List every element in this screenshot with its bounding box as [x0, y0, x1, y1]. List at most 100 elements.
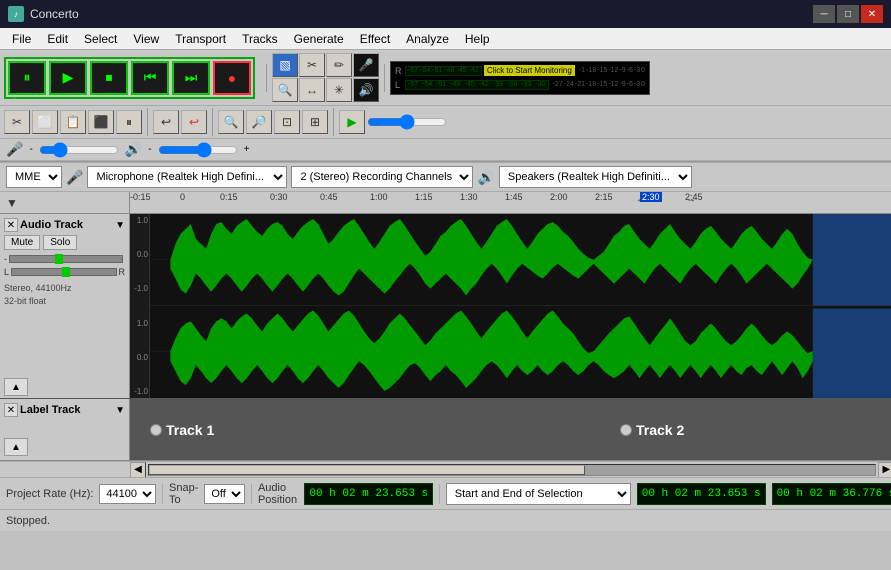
- ruler-mark-1: 0: [180, 192, 185, 202]
- hscroll-thumb[interactable]: [149, 465, 585, 475]
- channels-select[interactable]: 2 (Stereo) Recording Channels: [291, 166, 473, 188]
- menu-help[interactable]: Help: [457, 30, 498, 48]
- menu-view[interactable]: View: [125, 30, 167, 48]
- silence-button[interactable]: ⏸: [116, 110, 142, 134]
- zoom-in-button[interactable]: 🔍: [218, 110, 244, 134]
- label-pin-2[interactable]: [620, 424, 632, 436]
- hscroll-left-btn[interactable]: ◀: [130, 462, 146, 478]
- gain-slider-track: [9, 255, 123, 263]
- ruler-arrow-down[interactable]: ▼: [6, 196, 18, 210]
- maximize-button[interactable]: □: [837, 5, 859, 23]
- menu-bar: File Edit Select View Transport Tracks G…: [0, 28, 891, 50]
- output-level-slider[interactable]: [158, 144, 238, 156]
- tracks-container: ▼ -0:15 0 0:15 0:30 0:45 1:00 1:15 1:30 …: [0, 192, 891, 531]
- scale-1.0-bot: 1.0: [131, 319, 148, 328]
- zoom-out-button[interactable]: 🔎: [246, 110, 272, 134]
- menu-edit[interactable]: Edit: [39, 30, 76, 48]
- track-arrow-btn[interactable]: ▼: [115, 220, 125, 231]
- ruler-mark-2: 0:15: [220, 192, 238, 202]
- hscroll-track[interactable]: [148, 464, 876, 476]
- speaker-device-icon: 🔊: [477, 169, 494, 186]
- menu-select[interactable]: Select: [76, 30, 125, 48]
- bar-sep1: [162, 484, 163, 504]
- hscroll-bar: ◀ ▶: [0, 461, 891, 477]
- hscroll-right-btn[interactable]: ▶: [878, 462, 891, 478]
- app-icon: ♪: [8, 6, 24, 22]
- audio-track-name: Audio Track: [20, 219, 113, 231]
- record-button[interactable]: ●: [213, 61, 251, 95]
- ruler-mark-4: 0:45: [320, 192, 338, 202]
- menu-effect[interactable]: Effect: [352, 30, 398, 48]
- zoom-sel-button[interactable]: ⊡: [274, 110, 300, 134]
- pan-slider-thumb[interactable]: [62, 267, 70, 277]
- ruler-mark-3: 0:30: [270, 192, 288, 202]
- label-text-1: Track 1: [166, 422, 214, 438]
- cut-button[interactable]: ✂: [4, 110, 30, 134]
- mic-tool[interactable]: 🎤: [353, 53, 379, 77]
- track-close-btn[interactable]: ✕: [4, 218, 18, 232]
- skip-forward-button[interactable]: ⏭: [172, 61, 210, 95]
- pause-button[interactable]: ⏸: [8, 61, 46, 95]
- envelope-tool[interactable]: ✂: [299, 53, 325, 77]
- minimize-button[interactable]: ─: [813, 5, 835, 23]
- ruler-mark-10: 2:15: [595, 192, 613, 202]
- window-controls: ─ □ ✕: [813, 5, 883, 23]
- mute-button[interactable]: Mute: [4, 235, 40, 250]
- selection-type-select[interactable]: Start and End of Selection: [446, 483, 631, 505]
- project-bar: Project Rate (Hz): 44100 Snap-To Off Aud…: [0, 477, 891, 509]
- time-display-1: 00 h 02 m 23.653 s: [304, 483, 433, 505]
- waveform-container[interactable]: 1.0 0.0 -1.0 1.0 0.0 -1.0: [130, 214, 891, 398]
- paste-button[interactable]: 📋: [60, 110, 86, 134]
- toolbar-row-1: ⏸ ▶ ⏹ ⏮ ⏭ ● ▧ ✂ ✏ 🎤 🔍 ↔ ✳ 🔊: [0, 50, 891, 106]
- scale--1.0-bot: -1.0: [131, 387, 148, 396]
- scale-1.0: 1.0: [131, 216, 148, 225]
- scale--1.0-top: -1.0: [131, 284, 148, 293]
- play-button[interactable]: ▶: [49, 61, 87, 95]
- stop-button[interactable]: ⏹: [90, 61, 128, 95]
- label-arrow-btn[interactable]: ▼: [115, 405, 125, 416]
- label-track-content[interactable]: Track 1 Track 2: [130, 399, 891, 460]
- label-text-2: Track 2: [636, 422, 684, 438]
- ruler-mark-9: 2:00: [550, 192, 568, 202]
- label-pin-1[interactable]: [150, 424, 162, 436]
- level-minus: -: [29, 144, 32, 155]
- menu-analyze[interactable]: Analyze: [398, 30, 457, 48]
- monitoring-button[interactable]: Click to Start Monitoring: [484, 65, 575, 76]
- label-expand-button[interactable]: ▲: [4, 438, 28, 456]
- undo-button[interactable]: ↩: [153, 110, 179, 134]
- sel-start-arrow: ←: [636, 194, 646, 205]
- mic-device-icon: 🎤: [66, 169, 83, 186]
- pan-slider-track: [11, 268, 116, 276]
- zoom-fit-button[interactable]: ⊞: [302, 110, 328, 134]
- toolbar-area: ⏸ ▶ ⏹ ⏮ ⏭ ● ▧ ✂ ✏ 🎤 🔍 ↔ ✳ 🔊: [0, 50, 891, 162]
- copy-button[interactable]: ⬜: [32, 110, 58, 134]
- menu-transport[interactable]: Transport: [167, 30, 234, 48]
- select-tool[interactable]: ▧: [272, 53, 298, 77]
- speaker-tool[interactable]: 🔊: [353, 78, 379, 102]
- speakers-select[interactable]: Speakers (Realtek High Definiti...: [499, 166, 692, 188]
- redo-button[interactable]: ↩: [181, 110, 207, 134]
- track-expand-button[interactable]: ▲: [4, 378, 28, 396]
- play-speed-button[interactable]: ▶: [339, 110, 365, 134]
- close-button[interactable]: ✕: [861, 5, 883, 23]
- timeshift-tool[interactable]: ↔: [299, 78, 325, 102]
- speed-slider[interactable]: [367, 114, 447, 130]
- input-level-slider[interactable]: [39, 144, 119, 156]
- menu-tracks[interactable]: Tracks: [234, 30, 286, 48]
- microphone-select[interactable]: Microphone (Realtek High Defini...: [87, 166, 287, 188]
- project-rate-select[interactable]: 44100: [99, 484, 156, 504]
- menu-file[interactable]: File: [4, 30, 39, 48]
- ruler-mark-0: -0:15: [130, 192, 151, 202]
- sep3: [147, 108, 148, 136]
- multi-tool[interactable]: ✳: [326, 78, 352, 102]
- gain-slider-thumb[interactable]: [55, 254, 63, 264]
- draw-tool[interactable]: ✏: [326, 53, 352, 77]
- skip-back-button[interactable]: ⏮: [131, 61, 169, 95]
- snap-select[interactable]: Off: [204, 484, 245, 504]
- solo-button[interactable]: Solo: [43, 235, 77, 250]
- driver-select[interactable]: MME: [6, 166, 62, 188]
- zoom-tool[interactable]: 🔍: [272, 78, 298, 102]
- menu-generate[interactable]: Generate: [286, 30, 352, 48]
- trim-button[interactable]: ⬛: [88, 110, 114, 134]
- label-close-btn[interactable]: ✕: [4, 403, 18, 417]
